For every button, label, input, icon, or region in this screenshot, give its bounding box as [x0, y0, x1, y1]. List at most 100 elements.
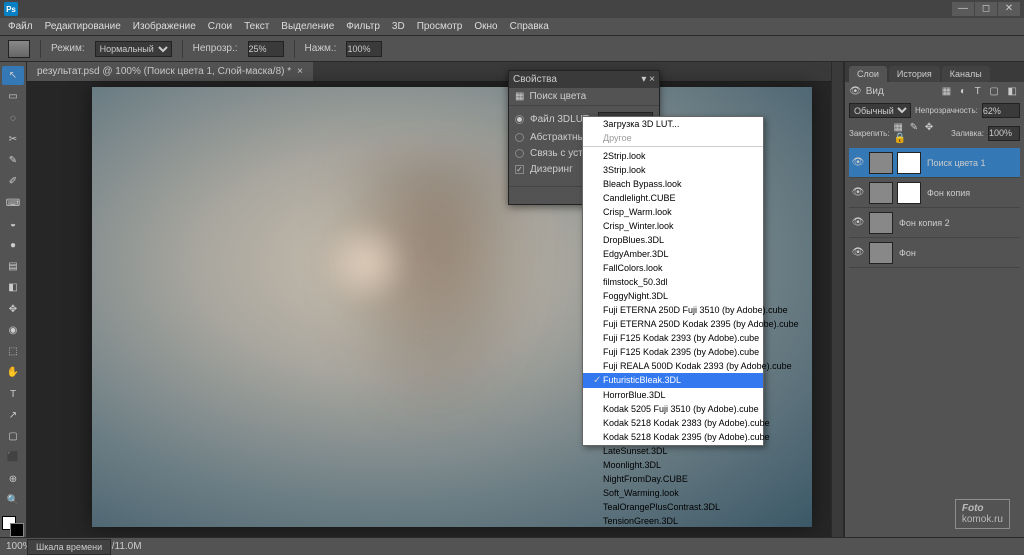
fill-input[interactable]: [988, 126, 1020, 141]
lut-item[interactable]: Candlelight.CUBE: [583, 191, 763, 205]
tool-preset[interactable]: [8, 40, 30, 58]
layer-mask-thumb[interactable]: [897, 152, 921, 174]
menu-Окно[interactable]: Окно: [474, 21, 497, 32]
layer-opacity-input[interactable]: [982, 103, 1020, 118]
menu-Фильтр[interactable]: Фильтр: [346, 21, 380, 32]
tool-9[interactable]: ▤: [2, 257, 24, 276]
layer-thumb[interactable]: [869, 152, 893, 174]
color-swatches[interactable]: [2, 516, 24, 537]
visibility-icon[interactable]: 👁: [851, 247, 865, 258]
lut-item[interactable]: Fuji ETERNA 250D Kodak 2395 (by Adobe).c…: [583, 317, 763, 331]
tool-15[interactable]: T: [2, 385, 24, 404]
lut-item[interactable]: Fuji ETERNA 250D Fuji 3510 (by Adobe).cu…: [583, 303, 763, 317]
lut-item[interactable]: FoggyNight.3DL: [583, 289, 763, 303]
lut-item[interactable]: ✓FuturisticBleak.3DL: [583, 373, 763, 388]
abstract-radio[interactable]: [515, 133, 524, 142]
lut-item[interactable]: Другое: [583, 131, 763, 147]
lut-item[interactable]: Kodak 5205 Fuji 3510 (by Adobe).cube: [583, 402, 763, 416]
lut-item[interactable]: Fuji REALA 500D Kodak 2393 (by Adobe).cu…: [583, 359, 763, 373]
lut-item[interactable]: Bleach Bypass.look: [583, 177, 763, 191]
tool-4[interactable]: ✎: [2, 151, 24, 170]
layer-mask-thumb[interactable]: [897, 182, 921, 204]
lut-item[interactable]: Soft_Warming.look: [583, 486, 763, 500]
tool-13[interactable]: ⬚: [2, 342, 24, 361]
menu-3D[interactable]: 3D: [392, 21, 405, 32]
tool-6[interactable]: ⌨: [2, 193, 24, 212]
properties-tab[interactable]: Свойства: [513, 74, 557, 85]
tool-2[interactable]: ◌: [2, 108, 24, 127]
panel-tab-Каналы[interactable]: Каналы: [942, 66, 990, 82]
menu-Выделение[interactable]: Выделение: [281, 21, 334, 32]
lut-item[interactable]: Crisp_Warm.look: [583, 205, 763, 219]
lut-item[interactable]: Fuji F125 Kodak 2395 (by Adobe).cube: [583, 345, 763, 359]
lut-item[interactable]: 2Strip.look: [583, 149, 763, 163]
lut-item[interactable]: Crisp_Winter.look: [583, 219, 763, 233]
tool-11[interactable]: ✥: [2, 300, 24, 319]
visibility-icon[interactable]: 👁: [851, 217, 865, 228]
dither-checkbox[interactable]: ✓: [515, 165, 524, 174]
lut-item[interactable]: EdgyAmber.3DL: [583, 247, 763, 261]
layer-row[interactable]: 👁Фон копия 2: [849, 208, 1020, 238]
opacity-input[interactable]: [248, 41, 284, 57]
tool-3[interactable]: ✂: [2, 130, 24, 149]
lut-item[interactable]: Moonlight.3DL: [583, 458, 763, 472]
close-button[interactable]: ✕: [998, 2, 1020, 16]
menu-Просмотр[interactable]: Просмотр: [417, 21, 463, 32]
tool-19[interactable]: ⊕: [2, 469, 24, 488]
tool-16[interactable]: ↗: [2, 406, 24, 425]
maximize-button[interactable]: ◻: [975, 2, 997, 16]
tool-10[interactable]: ◧: [2, 278, 24, 297]
tool-7[interactable]: ◒: [2, 215, 24, 234]
lut-item[interactable]: NightFromDay.CUBE: [583, 472, 763, 486]
lut-dropdown[interactable]: Загрузка 3D LUT...Другое 2Strip.look3Stri…: [582, 116, 764, 446]
panel-tab-История[interactable]: История: [889, 66, 940, 82]
tool-1[interactable]: ▭: [2, 87, 24, 106]
menu-Текст[interactable]: Текст: [244, 21, 269, 32]
blend-mode-select[interactable]: Нормальный: [95, 41, 172, 57]
lut-item[interactable]: Kodak 5218 Kodak 2395 (by Adobe).cube: [583, 430, 763, 444]
tool-17[interactable]: ▢: [2, 427, 24, 446]
lut-item[interactable]: DropBlues.3DL: [583, 233, 763, 247]
lock-icons[interactable]: ▦ ✎ ✥ 🔒: [894, 122, 943, 144]
layer-row[interactable]: 👁Поиск цвета 1: [849, 148, 1020, 178]
panel-tab-Слои[interactable]: Слои: [849, 66, 887, 82]
visibility-icon[interactable]: 👁: [851, 157, 865, 168]
panel-menu-icon[interactable]: ▾ ×: [641, 74, 655, 85]
lut-item[interactable]: Fuji F125 Kodak 2393 (by Adobe).cube: [583, 331, 763, 345]
lut-item[interactable]: HorrorBlue.3DL: [583, 388, 763, 402]
layer-thumb[interactable]: [869, 182, 893, 204]
lut-item[interactable]: filmstock_50.3dl: [583, 275, 763, 289]
flow-input[interactable]: [346, 41, 382, 57]
layer-thumb[interactable]: [869, 212, 893, 234]
tool-0[interactable]: ↖: [2, 66, 24, 85]
lut-item[interactable]: 3Strip.look: [583, 163, 763, 177]
document-tab[interactable]: результат.psd @ 100% (Поиск цвета 1, Сло…: [27, 62, 313, 81]
tool-12[interactable]: ◉: [2, 321, 24, 340]
layer-thumb[interactable]: [869, 242, 893, 264]
tool-18[interactable]: ⬛: [2, 448, 24, 467]
close-tab-icon[interactable]: ×: [297, 66, 303, 77]
visibility-icon[interactable]: 👁: [851, 187, 865, 198]
layer-blend-select[interactable]: Обычный: [849, 103, 911, 118]
lut-item[interactable]: FallColors.look: [583, 261, 763, 275]
menu-Справка[interactable]: Справка: [510, 21, 549, 32]
layer-row[interactable]: 👁Фон: [849, 238, 1020, 268]
file-3dlut-radio[interactable]: [515, 115, 524, 124]
lut-item[interactable]: TensionGreen.3DL: [583, 514, 763, 528]
tool-5[interactable]: ✐: [2, 172, 24, 191]
lut-item[interactable]: LateSunset.3DL: [583, 444, 763, 458]
lut-item[interactable]: Загрузка 3D LUT...: [583, 117, 763, 131]
filter-icons[interactable]: ▦ ◐ T ▢ ◧: [942, 86, 1020, 97]
tool-8[interactable]: ●: [2, 236, 24, 255]
lut-item[interactable]: TealOrangePlusContrast.3DL: [583, 500, 763, 514]
device-radio[interactable]: [515, 149, 524, 158]
menu-Изображение[interactable]: Изображение: [133, 21, 196, 32]
menu-Файл[interactable]: Файл: [8, 21, 33, 32]
layer-row[interactable]: 👁Фон копия: [849, 178, 1020, 208]
menu-Редактирование[interactable]: Редактирование: [45, 21, 121, 32]
tool-20[interactable]: 🔍: [2, 491, 24, 510]
menu-Слои[interactable]: Слои: [208, 21, 232, 32]
minimize-button[interactable]: —: [952, 2, 974, 16]
timeline-tab[interactable]: Шкала времени: [27, 539, 111, 555]
tool-14[interactable]: ✋: [2, 363, 24, 382]
